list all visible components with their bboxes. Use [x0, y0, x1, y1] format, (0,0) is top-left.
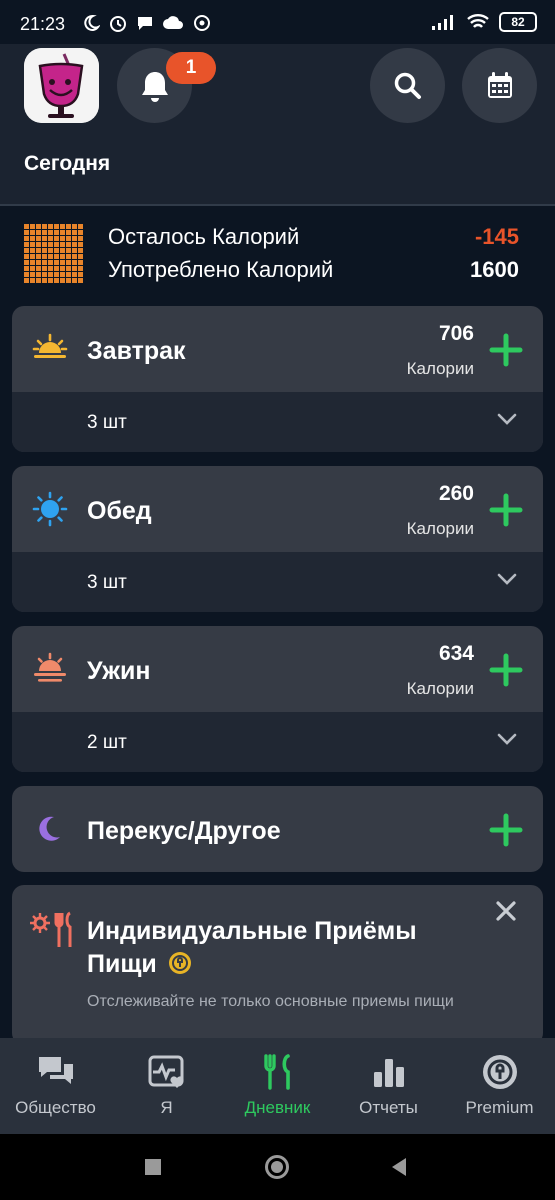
calendar-icon: [487, 71, 512, 98]
sunset-icon: [34, 652, 66, 682]
moon-status-icon: [84, 14, 100, 31]
meal-calories: 706: [438, 322, 474, 345]
meal-items-toggle[interactable]: 2 шт: [12, 712, 543, 772]
battery-indicator: 82: [499, 12, 537, 32]
meal-calories: 260: [438, 482, 474, 505]
status-bar: 21:23 82: [0, 0, 555, 44]
remaining-calories-label: Осталось Калорий: [108, 224, 300, 249]
cutlery-gear-icon: [30, 911, 72, 947]
nav-item-reports[interactable]: Отчеты: [333, 1038, 444, 1134]
nav-label: Дневник: [244, 1098, 311, 1117]
chevron-down-icon: [497, 573, 517, 585]
nav-item-community[interactable]: Общество: [0, 1038, 111, 1134]
notification-badge: 1: [166, 52, 216, 84]
status-icons-right: 82: [431, 12, 537, 32]
nav-label: Общество: [15, 1098, 96, 1117]
consumed-calories-value: 1600: [470, 257, 519, 282]
meal-title: Завтрак: [87, 337, 186, 365]
meal-calories-unit: Калории: [406, 359, 474, 378]
add-breakfast-button[interactable]: [489, 333, 523, 367]
meal-calories-unit: Калории: [406, 519, 474, 538]
meal-card-breakfast[interactable]: Завтрак 706 Калории 3 шт: [12, 306, 543, 452]
search-icon: [394, 72, 421, 99]
calorie-summary[interactable]: Осталось Калорий -145 Употреблено Калори…: [0, 208, 555, 298]
diary-icon: [263, 1054, 290, 1090]
premium-badge-icon: [168, 952, 191, 974]
meal-card-dinner[interactable]: Ужин 634 Калории 2 шт: [12, 626, 543, 772]
calendar-button[interactable]: [462, 48, 537, 123]
nav-label: Я: [160, 1098, 173, 1117]
meal-title: Перекус/Другое: [87, 817, 281, 845]
message-status-icon: [138, 17, 152, 30]
signal-icon: [432, 15, 453, 30]
search-button[interactable]: [370, 48, 445, 123]
meal-card-lunch[interactable]: Обед 260 Калории 3 шт: [12, 466, 543, 612]
page-title: Сегодня: [24, 152, 111, 175]
me-icon: [148, 1055, 184, 1088]
status-time: 21:23: [20, 14, 66, 34]
meal-items-toggle[interactable]: 3 шт: [12, 552, 543, 612]
nav-item-premium[interactable]: Premium: [444, 1038, 555, 1134]
moon-icon: [39, 816, 60, 841]
add-lunch-button[interactable]: [489, 493, 523, 527]
promo-title: Индивидуальные Приёмы Пищи: [87, 917, 417, 978]
sunrise-icon: [32, 333, 68, 358]
nav-label: Premium: [465, 1098, 534, 1117]
back-button[interactable]: [390, 1157, 408, 1177]
meal-calories: 634: [438, 642, 474, 665]
add-dinner-button[interactable]: [489, 653, 523, 687]
drink-logo-icon: [24, 48, 99, 123]
system-navigation-bar: [0, 1134, 555, 1200]
meal-item-count: 2 шт: [87, 732, 127, 753]
meal-title: Обед: [87, 497, 152, 525]
cloud-status-icon: [163, 16, 183, 29]
remaining-calories-value: -145: [474, 224, 519, 249]
chevron-down-icon: [497, 733, 517, 745]
alarm-icon: [110, 16, 126, 32]
premium-icon: [482, 1055, 517, 1089]
meal-items-toggle[interactable]: 3 шт: [12, 392, 543, 452]
nav-label: Отчеты: [359, 1098, 418, 1117]
nav-item-me[interactable]: Я: [111, 1038, 222, 1134]
close-icon[interactable]: [495, 900, 517, 922]
meal-card-snack[interactable]: Перекус/Другое: [12, 786, 543, 872]
chevron-down-icon: [497, 413, 517, 425]
app-logo[interactable]: [24, 48, 99, 123]
status-icons-left: [82, 13, 212, 33]
meal-item-count: 3 шт: [87, 412, 127, 433]
nav-item-diary[interactable]: Дневник: [222, 1038, 333, 1134]
home-button[interactable]: [264, 1154, 290, 1180]
add-snack-button[interactable]: [489, 813, 523, 847]
meal-title: Ужин: [87, 657, 151, 685]
custom-meals-promo[interactable]: Индивидуальные Приёмы Пищи Отслеживайте …: [12, 885, 543, 1045]
wifi-icon: [467, 14, 489, 28]
sun-icon: [32, 491, 68, 527]
header: 1 Сегодня: [0, 44, 555, 206]
promo-subtitle: Отслеживайте не только основные приемы п…: [87, 993, 454, 1010]
meal-item-count: 3 шт: [87, 572, 127, 593]
app-status-icon: [194, 15, 210, 31]
reports-icon: [373, 1059, 404, 1087]
consumed-calories-label: Употреблено Калорий: [108, 257, 334, 282]
community-icon: [38, 1057, 73, 1084]
bottom-navigation: Общество Я Дневник Отчеты Premium: [0, 1038, 555, 1134]
meal-calories-unit: Калории: [406, 679, 474, 698]
recents-button[interactable]: [144, 1158, 162, 1176]
calorie-grid-icon: [24, 224, 83, 283]
